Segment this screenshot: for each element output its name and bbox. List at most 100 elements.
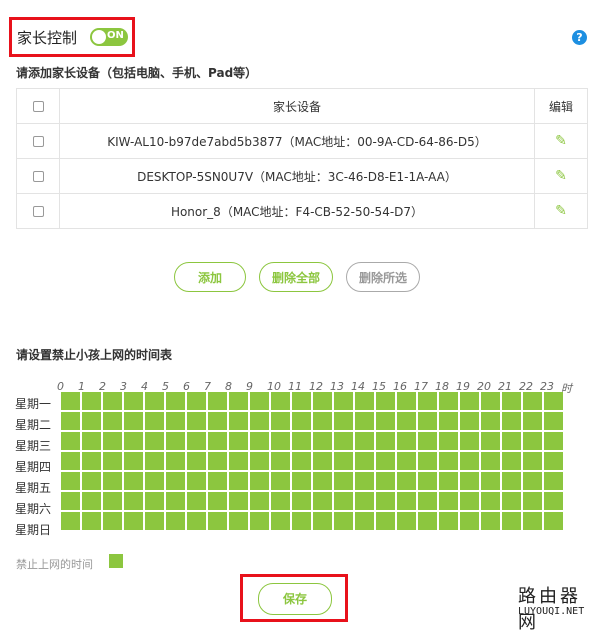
schedule-cell[interactable] [124, 412, 143, 430]
schedule-cell[interactable] [103, 492, 122, 510]
schedule-cell[interactable] [523, 512, 542, 530]
schedule-cell[interactable] [250, 432, 269, 450]
schedule-cell[interactable] [481, 512, 500, 530]
schedule-cell[interactable] [250, 492, 269, 510]
schedule-cell[interactable] [166, 512, 185, 530]
schedule-cell[interactable] [418, 472, 437, 490]
schedule-cell[interactable] [208, 472, 227, 490]
schedule-cell[interactable] [439, 412, 458, 430]
schedule-cell[interactable] [544, 472, 563, 490]
schedule-cell[interactable] [502, 432, 521, 450]
schedule-cell[interactable] [439, 452, 458, 470]
schedule-cell[interactable] [418, 512, 437, 530]
schedule-cell[interactable] [208, 492, 227, 510]
schedule-cell[interactable] [82, 412, 101, 430]
add-button[interactable]: 添加 [174, 262, 246, 292]
schedule-cell[interactable] [292, 392, 311, 410]
schedule-cell[interactable] [481, 392, 500, 410]
schedule-cell[interactable] [229, 472, 248, 490]
schedule-cell[interactable] [187, 512, 206, 530]
schedule-cell[interactable] [82, 452, 101, 470]
schedule-cell[interactable] [166, 472, 185, 490]
schedule-cell[interactable] [439, 472, 458, 490]
schedule-cell[interactable] [208, 432, 227, 450]
schedule-cell[interactable] [166, 492, 185, 510]
schedule-cell[interactable] [376, 392, 395, 410]
schedule-cell[interactable] [376, 452, 395, 470]
schedule-cell[interactable] [523, 472, 542, 490]
schedule-cell[interactable] [82, 512, 101, 530]
schedule-cell[interactable] [544, 492, 563, 510]
schedule-cell[interactable] [124, 432, 143, 450]
schedule-cell[interactable] [250, 392, 269, 410]
schedule-cell[interactable] [355, 512, 374, 530]
schedule-cell[interactable] [82, 392, 101, 410]
row-checkbox[interactable] [32, 136, 44, 147]
schedule-cell[interactable] [355, 492, 374, 510]
schedule-cell[interactable] [166, 412, 185, 430]
schedule-cell[interactable] [82, 492, 101, 510]
schedule-cell[interactable] [61, 492, 80, 510]
schedule-cell[interactable] [187, 452, 206, 470]
schedule-cell[interactable] [145, 512, 164, 530]
schedule-cell[interactable] [376, 492, 395, 510]
delete-all-button[interactable]: 删除全部 [259, 262, 333, 292]
schedule-cell[interactable] [166, 452, 185, 470]
schedule-cell[interactable] [145, 472, 164, 490]
schedule-cell[interactable] [271, 472, 290, 490]
schedule-cell[interactable] [334, 452, 353, 470]
schedule-cell[interactable] [397, 452, 416, 470]
schedule-cell[interactable] [376, 412, 395, 430]
schedule-cell[interactable] [418, 432, 437, 450]
schedule-cell[interactable] [145, 452, 164, 470]
schedule-cell[interactable] [271, 392, 290, 410]
schedule-cell[interactable] [523, 432, 542, 450]
edit-icon[interactable]: ✎ [554, 204, 568, 218]
schedule-cell[interactable] [481, 412, 500, 430]
schedule-cell[interactable] [229, 392, 248, 410]
schedule-cell[interactable] [208, 512, 227, 530]
schedule-cell[interactable] [355, 452, 374, 470]
schedule-cell[interactable] [187, 412, 206, 430]
schedule-cell[interactable] [292, 452, 311, 470]
schedule-cell[interactable] [61, 512, 80, 530]
row-checkbox[interactable] [32, 171, 44, 182]
schedule-cell[interactable] [397, 412, 416, 430]
schedule-cell[interactable] [103, 412, 122, 430]
schedule-cell[interactable] [355, 392, 374, 410]
schedule-cell[interactable] [103, 512, 122, 530]
schedule-cell[interactable] [292, 432, 311, 450]
schedule-cell[interactable] [481, 492, 500, 510]
schedule-cell[interactable] [271, 512, 290, 530]
schedule-cell[interactable] [292, 512, 311, 530]
schedule-cell[interactable] [208, 412, 227, 430]
schedule-cell[interactable] [313, 432, 332, 450]
schedule-cell[interactable] [145, 432, 164, 450]
schedule-cell[interactable] [208, 452, 227, 470]
schedule-cell[interactable] [187, 472, 206, 490]
schedule-cell[interactable] [460, 392, 479, 410]
schedule-cell[interactable] [250, 452, 269, 470]
schedule-cell[interactable] [229, 432, 248, 450]
schedule-cell[interactable] [313, 392, 332, 410]
schedule-cell[interactable] [124, 452, 143, 470]
schedule-cell[interactable] [544, 412, 563, 430]
schedule-cell[interactable] [61, 392, 80, 410]
schedule-cell[interactable] [334, 472, 353, 490]
schedule-cell[interactable] [355, 472, 374, 490]
row-checkbox[interactable] [32, 206, 44, 217]
schedule-grid[interactable] [61, 392, 565, 532]
schedule-cell[interactable] [502, 452, 521, 470]
schedule-cell[interactable] [292, 492, 311, 510]
schedule-cell[interactable] [229, 492, 248, 510]
schedule-cell[interactable] [544, 452, 563, 470]
schedule-cell[interactable] [208, 392, 227, 410]
help-icon[interactable]: ? [572, 30, 587, 45]
schedule-cell[interactable] [166, 432, 185, 450]
schedule-cell[interactable] [61, 472, 80, 490]
schedule-cell[interactable] [376, 512, 395, 530]
edit-icon[interactable]: ✎ [554, 169, 568, 183]
edit-icon[interactable]: ✎ [554, 134, 568, 148]
schedule-cell[interactable] [544, 512, 563, 530]
schedule-cell[interactable] [292, 412, 311, 430]
